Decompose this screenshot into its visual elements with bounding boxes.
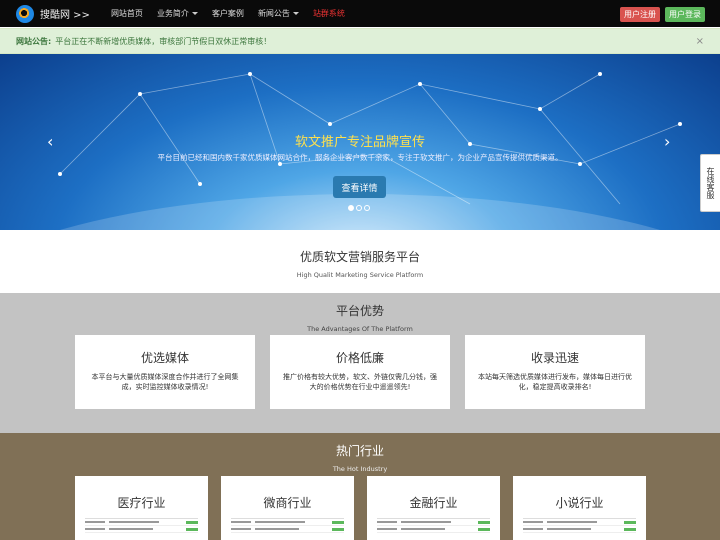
nav-item-label: 站群系统	[312, 9, 345, 18]
media-preview-table	[377, 518, 490, 533]
industry-card[interactable]: 小说行业	[513, 476, 646, 540]
nav-item-label: 业务简介	[156, 9, 189, 18]
table-row	[231, 526, 344, 533]
hot-subtitle: The Hot Industry	[332, 465, 388, 473]
table-row	[377, 519, 490, 526]
register-button[interactable]: 用户注册	[620, 7, 660, 22]
brand-text: 搜酷网 >>	[40, 10, 90, 21]
advantage-card: 收录迅速 本站每天筛选优质媒体进行发布，媒体每日进行优化，稳定提高收录排名!	[465, 335, 645, 409]
table-row	[377, 526, 490, 533]
advantage-card-text: 本站每天筛选优质媒体进行发布，媒体每日进行优化，稳定提高收录排名!	[478, 373, 632, 391]
table-row	[85, 526, 198, 533]
login-button[interactable]: 用户登录	[665, 7, 705, 22]
advantages-title: 平台优势	[335, 304, 384, 318]
brand[interactable]: 搜酷网 >>	[16, 0, 90, 27]
carousel-dot-1[interactable]	[348, 205, 354, 211]
advantage-card-title: 价格低廉	[335, 351, 384, 365]
close-icon[interactable]: ×	[696, 36, 704, 47]
nav-item-business[interactable]: 业务简介	[150, 0, 205, 27]
nav-item-label: 网站首页	[110, 9, 143, 18]
table-row	[231, 519, 344, 526]
platform-section: 优质软文营销服务平台 High Qualit Marketing Service…	[0, 230, 720, 293]
advantage-card-text: 推广价格有较大优势，软文、外链仅需几分钱，强大的价格优势在行业中遥遥领先!	[283, 373, 437, 391]
industry-card-title: 小说行业	[555, 496, 604, 510]
hot-industry-section: 热门行业 The Hot Industry 医疗行业 微商行业 金融行业 小说行…	[0, 433, 720, 540]
nav-item-cases[interactable]: 客户案例	[205, 0, 251, 27]
nav-item-label: 客户案例	[211, 9, 244, 18]
carousel-title: 软文推广专注品牌宣传	[294, 135, 425, 150]
hot-title: 热门行业	[335, 444, 384, 458]
carousel-dot-3[interactable]	[364, 205, 370, 211]
media-preview-table	[231, 518, 344, 533]
industry-card-title: 医疗行业	[117, 496, 166, 510]
advantage-card-title: 收录迅速	[530, 351, 579, 365]
table-row	[523, 526, 636, 533]
nav-item-home[interactable]: 网站首页	[104, 0, 150, 27]
media-preview-table	[85, 518, 198, 533]
advantages-subtitle: The Advantages Of The Platform	[307, 325, 413, 333]
main-nav: 网站首页 业务简介 客户案例 新闻公告 站群系统	[104, 0, 352, 27]
table-row	[523, 519, 636, 526]
platform-subtitle: High Qualit Marketing Service Platform	[296, 271, 424, 279]
advantage-card: 优选媒体 本平台与大量优质媒体深度合作并进行了全网集成，实时监控媒体收录情况!	[75, 335, 255, 409]
online-service-tab[interactable]: 在线客服	[700, 154, 720, 212]
advantage-card: 价格低廉 推广价格有较大优势，软文、外链仅需几分钱，强大的价格优势在行业中遥遥领…	[270, 335, 450, 409]
caret-down-icon	[292, 12, 299, 15]
notice-text: 平台正在不断新增优质媒体，审核部门节假日双休正常审核！	[55, 36, 272, 46]
caret-down-icon	[191, 12, 198, 15]
industry-card[interactable]: 微商行业	[221, 476, 354, 540]
top-navbar: 搜酷网 >> 网站首页 业务简介 客户案例 新闻公告 站群系统 用户注册 用户登…	[0, 0, 720, 27]
hero-carousel: ‹ › 软文推广专注品牌宣传 平台目前已经和国内数千家优质媒体网站合作，服务企业…	[0, 54, 720, 230]
view-details-button[interactable]: 查看详情	[333, 176, 386, 198]
industry-card[interactable]: 医疗行业	[75, 476, 208, 540]
nav-item-news[interactable]: 新闻公告	[251, 0, 306, 27]
notice-label: 网站公告:	[16, 36, 52, 46]
media-preview-table	[523, 518, 636, 533]
advantages-section: 平台优势 The Advantages Of The Platform 优选媒体…	[0, 293, 720, 433]
carousel-subtitle: 平台目前已经和国内数千家优质媒体网站合作，服务企业客户数千余家，专注于软文推广，…	[157, 153, 563, 162]
industry-card[interactable]: 金融行业	[367, 476, 500, 540]
industry-card-title: 金融行业	[409, 496, 458, 510]
industry-card-title: 微商行业	[263, 496, 312, 510]
notice-bar: 网站公告: 平台正在不断新增优质媒体，审核部门节假日双休正常审核！ ×	[0, 28, 720, 54]
carousel-dot-2[interactable]	[356, 205, 362, 211]
auth-buttons: 用户注册 用户登录	[620, 7, 705, 22]
nav-item-label: 新闻公告	[257, 9, 290, 18]
advantage-card-title: 优选媒体	[140, 351, 189, 365]
logo-icon	[16, 4, 34, 23]
carousel-indicators	[348, 205, 372, 211]
platform-title: 优质软文营销服务平台	[299, 250, 420, 264]
advantage-card-text: 本平台与大量优质媒体深度合作并进行了全网集成，实时监控媒体收录情况!	[91, 373, 239, 391]
table-row	[85, 519, 198, 526]
nav-item-site-group[interactable]: 站群系统	[306, 0, 352, 27]
